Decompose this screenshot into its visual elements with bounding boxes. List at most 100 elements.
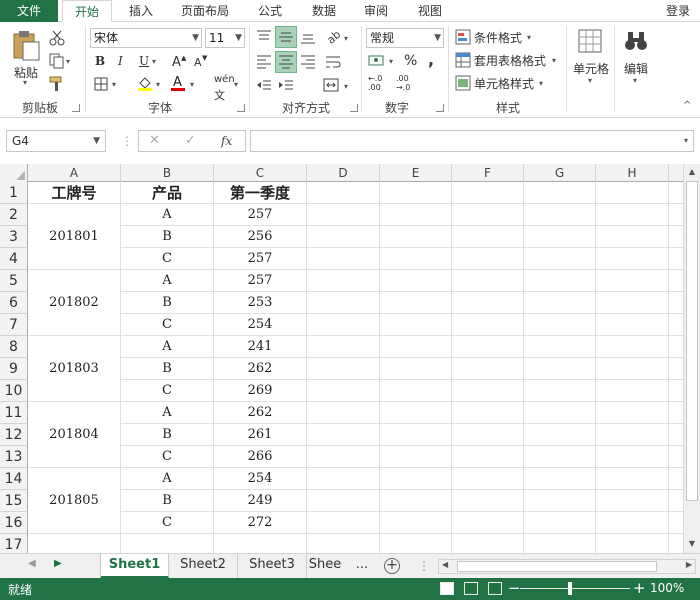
row-header-3[interactable]: 3 xyxy=(0,226,28,248)
tab-review[interactable]: 审阅 xyxy=(356,0,396,22)
product-cell[interactable]: B xyxy=(121,292,213,314)
cell-styles-button[interactable]: 单元格样式 ▾ xyxy=(455,74,565,94)
font-name-select[interactable]: 宋体 ▼ xyxy=(90,28,202,48)
sheet-tab-1[interactable]: Sheet1 xyxy=(101,554,169,578)
underline-dropdown-icon[interactable]: ▾ xyxy=(152,57,156,66)
product-cell[interactable]: A xyxy=(121,270,213,292)
product-cell[interactable]: B xyxy=(121,226,213,248)
cut-icon[interactable] xyxy=(49,30,65,46)
product-cell[interactable]: B xyxy=(121,424,213,446)
align-left-icon[interactable] xyxy=(256,55,272,69)
q1-value-cell[interactable]: 262 xyxy=(214,358,306,380)
product-cell[interactable]: C xyxy=(121,380,213,402)
orientation-icon[interactable]: ab xyxy=(325,28,343,44)
tab-home[interactable]: 开始 xyxy=(62,0,112,23)
row-header-17[interactable]: 17 xyxy=(0,534,28,553)
normal-view-icon[interactable] xyxy=(440,582,454,595)
paste-button[interactable]: 粘贴 ▾ xyxy=(8,28,44,87)
q1-value-cell[interactable]: 241 xyxy=(214,336,306,358)
font-color-icon[interactable]: A xyxy=(170,75,186,91)
copy-dropdown-icon[interactable]: ▾ xyxy=(66,57,70,66)
decrease-decimal-icon[interactable]: .00 →.0 xyxy=(396,74,410,92)
horizontal-scrollbar[interactable]: ◀ ▶ xyxy=(438,559,696,574)
increase-indent-icon[interactable] xyxy=(278,78,294,92)
column-header-e[interactable]: E xyxy=(380,164,452,182)
format-as-table-button[interactable]: 套用表格格式 ▾ xyxy=(455,51,565,71)
name-box[interactable]: G4 ▼ xyxy=(6,130,106,152)
product-cell[interactable]: A xyxy=(121,204,213,226)
number-launcher-icon[interactable] xyxy=(436,104,444,112)
increase-decimal-icon[interactable]: ←.0.00 xyxy=(368,74,382,92)
more-sheets-button[interactable]: ... xyxy=(352,554,372,578)
q1-value-cell[interactable]: 269 xyxy=(214,380,306,402)
column-header-h[interactable]: H xyxy=(596,164,669,182)
product-cell[interactable]: A xyxy=(121,468,213,490)
sheet-tab-4[interactable]: Shee xyxy=(307,554,343,578)
row-header-7[interactable]: 7 xyxy=(0,314,28,336)
tab-page-layout[interactable]: 页面布局 xyxy=(170,0,240,22)
zoom-in-icon[interactable]: + xyxy=(633,579,646,597)
enter-icon[interactable]: ✓ xyxy=(185,133,196,148)
q1-value-cell[interactable]: 253 xyxy=(214,292,306,314)
product-cell[interactable]: A xyxy=(121,402,213,424)
q1-value-cell[interactable]: 249 xyxy=(214,490,306,512)
number-format-select[interactable]: 常规 ▼ xyxy=(366,28,444,48)
tab-file[interactable]: 文件 xyxy=(0,0,58,22)
zoom-level[interactable]: 100% xyxy=(650,581,684,595)
wrap-text-icon[interactable] xyxy=(325,55,341,69)
q1-value-cell[interactable]: 257 xyxy=(214,204,306,226)
column-header-f[interactable]: F xyxy=(452,164,524,182)
row-header-8[interactable]: 8 xyxy=(0,336,28,358)
row-header-13[interactable]: 13 xyxy=(0,446,28,468)
zoom-out-icon[interactable]: − xyxy=(508,579,521,597)
worksheet-grid[interactable]: A B C D E F G H 201801 A 257 B 256 C 257 201802 A 257 B 253… xyxy=(0,164,683,553)
orientation-dropdown-icon[interactable]: ▾ xyxy=(344,34,348,43)
accounting-format-icon[interactable] xyxy=(368,54,386,68)
merge-dropdown-icon[interactable]: ▾ xyxy=(344,82,348,91)
product-cell[interactable]: C xyxy=(121,446,213,468)
product-cell[interactable]: C xyxy=(121,512,213,534)
border-dropdown-icon[interactable]: ▾ xyxy=(112,80,116,89)
q1-value-cell[interactable]: 266 xyxy=(214,446,306,468)
fill-color-icon[interactable] xyxy=(137,75,153,91)
scroll-right-icon[interactable]: ▶ xyxy=(686,560,692,569)
expand-formula-bar-icon[interactable]: ▾ xyxy=(684,136,688,145)
row-header-16[interactable]: 16 xyxy=(0,512,28,534)
q1-value-cell[interactable]: 256 xyxy=(214,226,306,248)
q1-value-cell[interactable]: 257 xyxy=(214,248,306,270)
scroll-up-icon[interactable]: ▲ xyxy=(684,164,700,180)
row-header-4[interactable]: 4 xyxy=(0,248,28,270)
row-header-9[interactable]: 9 xyxy=(0,358,28,380)
product-cell[interactable]: B xyxy=(121,490,213,512)
editing-button[interactable]: 编辑 ▾ xyxy=(617,26,655,96)
q1-value-cell[interactable]: 254 xyxy=(214,468,306,490)
tab-split-grip-icon[interactable]: ⋮ xyxy=(418,559,430,573)
column-header-b[interactable]: B xyxy=(121,164,214,182)
cells-button[interactable]: 单元格 ▾ xyxy=(571,26,611,96)
q1-value-cell[interactable]: 261 xyxy=(214,424,306,446)
add-sheet-icon[interactable]: + xyxy=(384,558,400,574)
tab-data[interactable]: 数据 xyxy=(304,0,344,22)
login-link[interactable]: 登录 xyxy=(666,0,690,22)
column-header-d[interactable]: D xyxy=(307,164,380,182)
product-cell[interactable]: C xyxy=(121,248,213,270)
insert-function-icon[interactable]: fx xyxy=(221,134,232,148)
select-all-corner[interactable] xyxy=(0,164,28,182)
phonetic-dropdown-icon[interactable]: ▾ xyxy=(234,80,238,89)
sheet-nav-prev-icon[interactable]: ◀ xyxy=(28,558,36,569)
alignment-launcher-icon[interactable] xyxy=(350,104,358,112)
q1-value-cell[interactable]: 257 xyxy=(214,270,306,292)
row-header-10[interactable]: 10 xyxy=(0,380,28,402)
page-break-view-icon[interactable] xyxy=(488,582,502,595)
row-header-11[interactable]: 11 xyxy=(0,402,28,424)
product-cell[interactable]: B xyxy=(121,358,213,380)
copy-icon[interactable] xyxy=(49,53,65,69)
tab-insert[interactable]: 插入 xyxy=(118,0,164,22)
sheet-nav-next-icon[interactable]: ▶ xyxy=(54,558,62,569)
q1-value-cell[interactable]: 262 xyxy=(214,402,306,424)
clipboard-launcher-icon[interactable] xyxy=(72,104,80,112)
header-q1[interactable]: 第一季度 xyxy=(214,182,306,204)
vertical-scroll-thumb[interactable] xyxy=(686,181,698,501)
header-product[interactable]: 产品 xyxy=(121,182,213,204)
row-header-5[interactable]: 5 xyxy=(0,270,28,292)
